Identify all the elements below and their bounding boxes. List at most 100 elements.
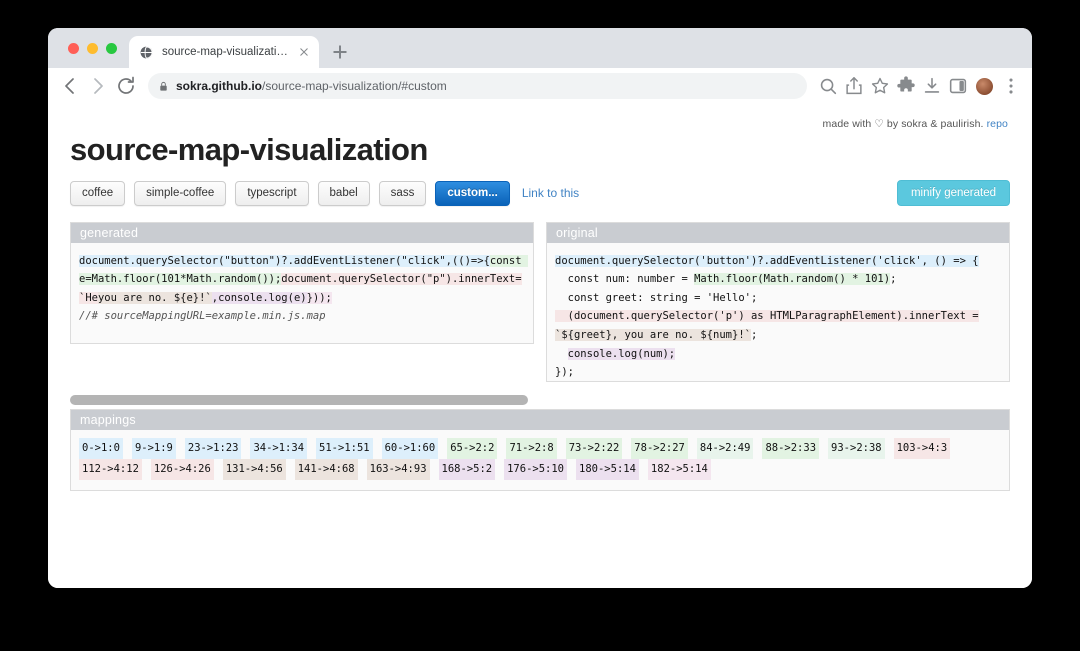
original-segment: });	[555, 366, 574, 379]
original-segment: `${greet}, you are no. ${num}!`	[555, 329, 751, 342]
original-segment: document.querySelector('button')?.addEve…	[555, 254, 979, 267]
original-code-line: const num: number = Math.floor(Math.rand…	[555, 270, 1001, 289]
close-icon[interactable]	[297, 45, 311, 59]
download-icon[interactable]	[921, 75, 943, 97]
code-panels: generated document.querySelector("button…	[70, 221, 1010, 382]
generated-segment: document.querySelector("button")?.addEve…	[79, 254, 490, 267]
original-segment: ;	[890, 273, 897, 286]
mapping-token[interactable]: 93->2:38	[828, 437, 885, 459]
mappings-list: 0->1:0 9->1:9 23->1:23 34->1:34 51->1:51 60->…	[71, 430, 1009, 490]
example-tab-simple-coffee[interactable]: simple-coffee	[134, 181, 227, 206]
address-bar-url: sokra.github.io/source-map-visualization…	[176, 79, 447, 93]
original-code-line: `${greet}, you are no. ${num}!`;	[555, 326, 1001, 345]
mapping-token[interactable]: 141->4:68	[294, 458, 358, 480]
original-segment: Math.floor(Math.random() * 101)	[694, 273, 891, 286]
mappings-panel: mappings 0->1:0 9->1:9 23->1:23 34->1:34 51-…	[70, 408, 1010, 491]
example-tab-babel[interactable]: babel	[317, 181, 370, 206]
back-arrow-icon[interactable]	[58, 74, 82, 98]
original-panel-header: original	[547, 222, 1009, 243]
scrollbar-thumb[interactable]	[70, 394, 528, 405]
original-segment: const greet: string = 'Hello';	[555, 291, 758, 304]
mapping-token[interactable]: 73->2:22	[565, 437, 623, 459]
mapping-token[interactable]: 163->4:93	[366, 458, 430, 480]
generated-panel-header: generated	[71, 222, 533, 243]
example-tab-custom-[interactable]: custom...	[435, 181, 510, 206]
mapping-token[interactable]: 9->1:9	[131, 437, 176, 459]
source-mapping-url-comment: //# sourceMappingURL=example.min.js.map	[79, 310, 326, 323]
mapping-token[interactable]: 180->5:14	[576, 458, 639, 480]
mapping-token[interactable]: 60->1:60	[381, 437, 439, 459]
credits-prefix: made with	[822, 118, 872, 130]
mapping-token[interactable]: 71->2:8	[506, 437, 557, 459]
forward-arrow-icon[interactable]	[86, 74, 110, 98]
mapping-token[interactable]: 103->4:3	[893, 437, 951, 459]
link-to-this-link[interactable]: Link to this	[522, 186, 579, 200]
original-segment: (document.querySelector('p') as HTMLPara…	[555, 310, 979, 323]
original-panel: original document.querySelector('button'…	[546, 221, 1010, 382]
mapping-token[interactable]: 84->2:49	[696, 437, 754, 459]
generated-panel: generated document.querySelector("button…	[70, 221, 534, 344]
globe-icon	[140, 45, 153, 59]
mapping-token[interactable]: 168->5:2	[438, 458, 496, 480]
mapping-token[interactable]: 126->4:26	[150, 458, 214, 480]
chrome-menu-icon[interactable]	[1000, 75, 1022, 97]
mapping-token[interactable]: 51->1:51	[316, 437, 373, 459]
page-content: made with ♡ by sokra & paulirish. repo s…	[48, 104, 1032, 588]
example-tab-typescript[interactable]: typescript	[235, 181, 309, 206]
original-code-line: console.log(num);	[555, 345, 1001, 364]
original-code-line: (document.querySelector('p') as HTMLPara…	[555, 307, 1001, 326]
extensions-puzzle-icon[interactable]	[895, 75, 917, 97]
generated-segment: you are no. ${e}!`	[97, 291, 212, 304]
original-code-line: document.querySelector('button')?.addEve…	[555, 252, 1001, 271]
example-tab-row: coffee simple-coffee typescript babel sass cu…	[70, 180, 1010, 206]
profile-avatar[interactable]	[976, 77, 993, 95]
mapping-token[interactable]: 182->5:14	[647, 458, 711, 480]
generated-code[interactable]: document.querySelector("button")?.addEve…	[71, 242, 533, 343]
original-segment: ;	[750, 329, 758, 342]
browser-toolbar: sokra.github.io/source-map-visualization…	[48, 68, 1032, 105]
example-tabs: coffee simple-coffee typescript babel sass cu…	[70, 181, 510, 206]
example-tab-sass[interactable]: sass	[378, 181, 427, 206]
original-segment: const num: number =	[555, 273, 695, 286]
mapping-token[interactable]: 34->1:34	[250, 437, 308, 459]
mapping-token[interactable]: 112->4:12	[79, 458, 142, 480]
original-code-line: const greet: string = 'Hello';	[555, 289, 1001, 308]
original-code-line: });	[555, 363, 1001, 380]
address-bar[interactable]: sokra.github.io/source-map-visualization…	[148, 73, 807, 99]
mapping-token[interactable]: 88->2:33	[762, 437, 820, 459]
generated-segment: }));	[306, 291, 332, 304]
share-icon[interactable]	[843, 75, 865, 97]
repo-link[interactable]: repo	[987, 118, 1008, 130]
url-path: /source-map-visualization/#custom	[262, 79, 447, 93]
close-window-button[interactable]	[68, 43, 79, 54]
mapping-token[interactable]: 0->1:0	[79, 437, 123, 459]
mapping-token[interactable]: 65->2:2	[447, 437, 498, 459]
page-title: source-map-visualization	[70, 132, 428, 167]
maximize-window-button[interactable]	[106, 43, 117, 54]
lock-icon	[160, 81, 167, 91]
browser-tab[interactable]: source-map-visualization	[129, 36, 319, 68]
minify-generated-button[interactable]: minify generated	[896, 180, 1010, 206]
generated-segment: ,console.log(e)	[211, 291, 307, 304]
credits-suffix: by sokra & paulirish.	[886, 118, 984, 130]
side-panel-icon[interactable]	[947, 75, 969, 97]
search-icon[interactable]	[817, 75, 839, 97]
mapping-token[interactable]: 131->4:56	[222, 458, 286, 480]
bookmark-star-icon[interactable]	[869, 75, 891, 97]
window-controls	[68, 43, 117, 54]
minimize-window-button[interactable]	[87, 43, 98, 54]
heart-icon: ♡	[874, 118, 884, 130]
url-domain: sokra.github.io	[176, 79, 263, 93]
example-tab-coffee[interactable]: coffee	[70, 181, 126, 206]
plus-icon[interactable]	[327, 39, 353, 65]
mapping-token[interactable]: 78->2:27	[631, 437, 688, 459]
original-segment: console.log(num);	[567, 347, 676, 360]
tab-strip: source-map-visualization	[48, 28, 1032, 68]
horizontal-scrollbar[interactable]	[70, 394, 1010, 405]
mapping-token[interactable]: 23->1:23	[184, 437, 242, 459]
original-code[interactable]: document.querySelector('button')?.addEve…	[547, 242, 1009, 381]
tab-title: source-map-visualization	[162, 46, 289, 58]
original-segment	[555, 348, 568, 360]
reload-icon[interactable]	[114, 74, 138, 98]
mapping-token[interactable]: 176->5:10	[504, 458, 568, 480]
